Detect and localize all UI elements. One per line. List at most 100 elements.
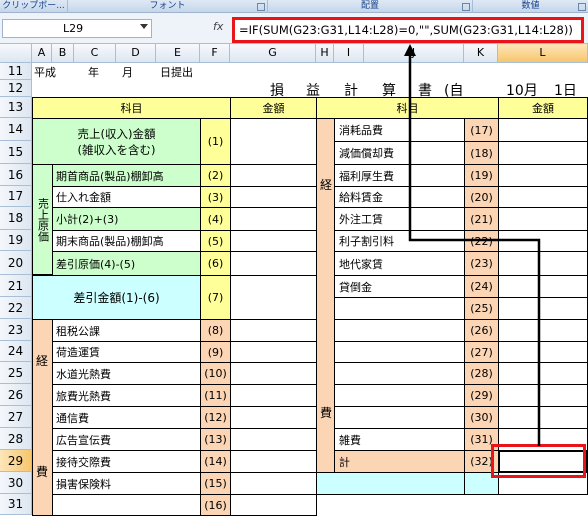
- column-header[interactable]: B: [52, 44, 74, 63]
- item-closing-inventory: 期末商品(製品)棚卸高: [52, 230, 201, 252]
- amount-cell[interactable]: [498, 207, 588, 231]
- amount-cell[interactable]: [498, 297, 588, 320]
- header-kingaku-right: 金額: [498, 97, 588, 119]
- amount-cell[interactable]: [230, 472, 317, 495]
- amount-cell[interactable]: [230, 186, 317, 208]
- item-num: (22): [464, 230, 499, 252]
- column-header[interactable]: J: [364, 44, 464, 63]
- amount-cell[interactable]: [230, 384, 317, 407]
- amount-cell[interactable]: [498, 186, 588, 208]
- blank-blue-cell[interactable]: [316, 472, 465, 495]
- row-header[interactable]: 13: [0, 97, 32, 118]
- amount-cell[interactable]: [498, 251, 588, 276]
- row-header[interactable]: 23: [0, 319, 32, 341]
- column-header[interactable]: I: [334, 44, 364, 63]
- highlight-box: [491, 444, 586, 478]
- row-header[interactable]: 17: [0, 186, 32, 207]
- row-header[interactable]: 11: [0, 63, 32, 80]
- amount-cell[interactable]: [498, 141, 588, 165]
- item-num: (2): [200, 164, 231, 187]
- item-num: (21): [464, 207, 499, 231]
- column-header[interactable]: L: [498, 44, 588, 63]
- column-header[interactable]: G: [230, 44, 316, 63]
- chevron-down-icon[interactable]: [140, 24, 148, 29]
- item-num: (19): [464, 164, 499, 187]
- dialog-launcher-icon[interactable]: [257, 3, 265, 11]
- dialog-launcher-icon[interactable]: [578, 3, 586, 11]
- amount-cell[interactable]: [230, 428, 317, 451]
- row-header[interactable]: 18: [0, 207, 32, 230]
- item-num: (12): [200, 406, 231, 429]
- amount-cell[interactable]: [498, 319, 588, 342]
- item-num: (23): [464, 251, 499, 276]
- ribbon-group-alignment[interactable]: 配置: [268, 0, 473, 13]
- row-header[interactable]: 21: [0, 275, 32, 297]
- column-header[interactable]: C: [74, 44, 116, 63]
- amount-cell[interactable]: [230, 319, 317, 342]
- item-num: (26): [464, 319, 499, 342]
- name-box[interactable]: L29: [2, 19, 152, 38]
- row-header[interactable]: 27: [0, 406, 32, 428]
- item-num: (10): [200, 362, 231, 385]
- row-header[interactable]: 14: [0, 118, 32, 141]
- ribbon-strip: クリップボー... フォント 配置 数値: [0, 0, 588, 13]
- amount-cell[interactable]: [230, 406, 317, 429]
- item-blank: [334, 384, 465, 407]
- row-header[interactable]: 28: [0, 428, 32, 450]
- item-num: (20): [464, 186, 499, 208]
- item-entertainment: 接待交際費: [52, 450, 201, 473]
- column-header[interactable]: K: [464, 44, 498, 63]
- row-header[interactable]: 31: [0, 494, 32, 515]
- row-header[interactable]: 20: [0, 251, 32, 275]
- amount-cell[interactable]: [498, 341, 588, 363]
- function-icon[interactable]: fx: [213, 20, 223, 33]
- ribbon-group-number[interactable]: 数値: [473, 0, 588, 13]
- item-rent: 地代家賃: [334, 251, 465, 276]
- row-header[interactable]: 12: [0, 80, 32, 97]
- amount-cell[interactable]: [230, 164, 317, 187]
- row-header[interactable]: 30: [0, 472, 32, 494]
- amount-cell[interactable]: [230, 494, 317, 516]
- amount-cell[interactable]: [498, 118, 588, 142]
- row-header[interactable]: 26: [0, 384, 32, 406]
- item-num: (28): [464, 362, 499, 385]
- header-kamoku: 科目: [32, 97, 231, 119]
- item-total: 計: [334, 450, 465, 473]
- expense-label-kei: 経: [36, 354, 49, 368]
- formula-input[interactable]: =IF(SUM(G23:G31,L14:L28)=0,"",SUM(G23:G3…: [232, 17, 584, 43]
- item-num: (25): [464, 297, 499, 320]
- ribbon-group-font[interactable]: フォント: [68, 0, 268, 13]
- column-header[interactable]: H: [316, 44, 334, 63]
- amount-cell[interactable]: [230, 362, 317, 385]
- amount-cell[interactable]: [230, 230, 317, 252]
- amount-cell[interactable]: [230, 450, 317, 473]
- row-header[interactable]: 19: [0, 230, 32, 251]
- row-header[interactable]: 25: [0, 362, 32, 384]
- amount-cell[interactable]: [230, 341, 317, 363]
- item-communication: 通信費: [52, 406, 201, 429]
- select-all-corner[interactable]: [0, 44, 32, 63]
- column-header[interactable]: D: [116, 44, 156, 63]
- amount-cell[interactable]: [498, 230, 588, 252]
- dialog-launcher-icon[interactable]: [462, 3, 470, 11]
- amount-cell[interactable]: [230, 118, 317, 165]
- amount-cell[interactable]: [498, 362, 588, 385]
- column-header[interactable]: E: [156, 44, 200, 63]
- amount-cell[interactable]: [230, 207, 317, 231]
- amount-cell[interactable]: [230, 275, 317, 320]
- amount-cell[interactable]: [498, 384, 588, 407]
- column-header[interactable]: A: [32, 44, 52, 63]
- row-header[interactable]: 22: [0, 297, 32, 319]
- row-header[interactable]: 24: [0, 341, 32, 362]
- row-header[interactable]: 16: [0, 164, 32, 186]
- row-header[interactable]: 15: [0, 141, 32, 164]
- item-num: (6): [200, 251, 231, 276]
- ribbon-group-clipboard[interactable]: クリップボー...: [0, 0, 68, 13]
- amount-cell[interactable]: [230, 251, 317, 276]
- amount-cell[interactable]: [498, 275, 588, 298]
- amount-cell[interactable]: [498, 164, 588, 187]
- amount-cell[interactable]: [498, 406, 588, 429]
- item-purchases: 仕入れ金額: [52, 186, 201, 208]
- column-header[interactable]: F: [200, 44, 230, 63]
- row-header[interactable]: 29: [0, 450, 32, 472]
